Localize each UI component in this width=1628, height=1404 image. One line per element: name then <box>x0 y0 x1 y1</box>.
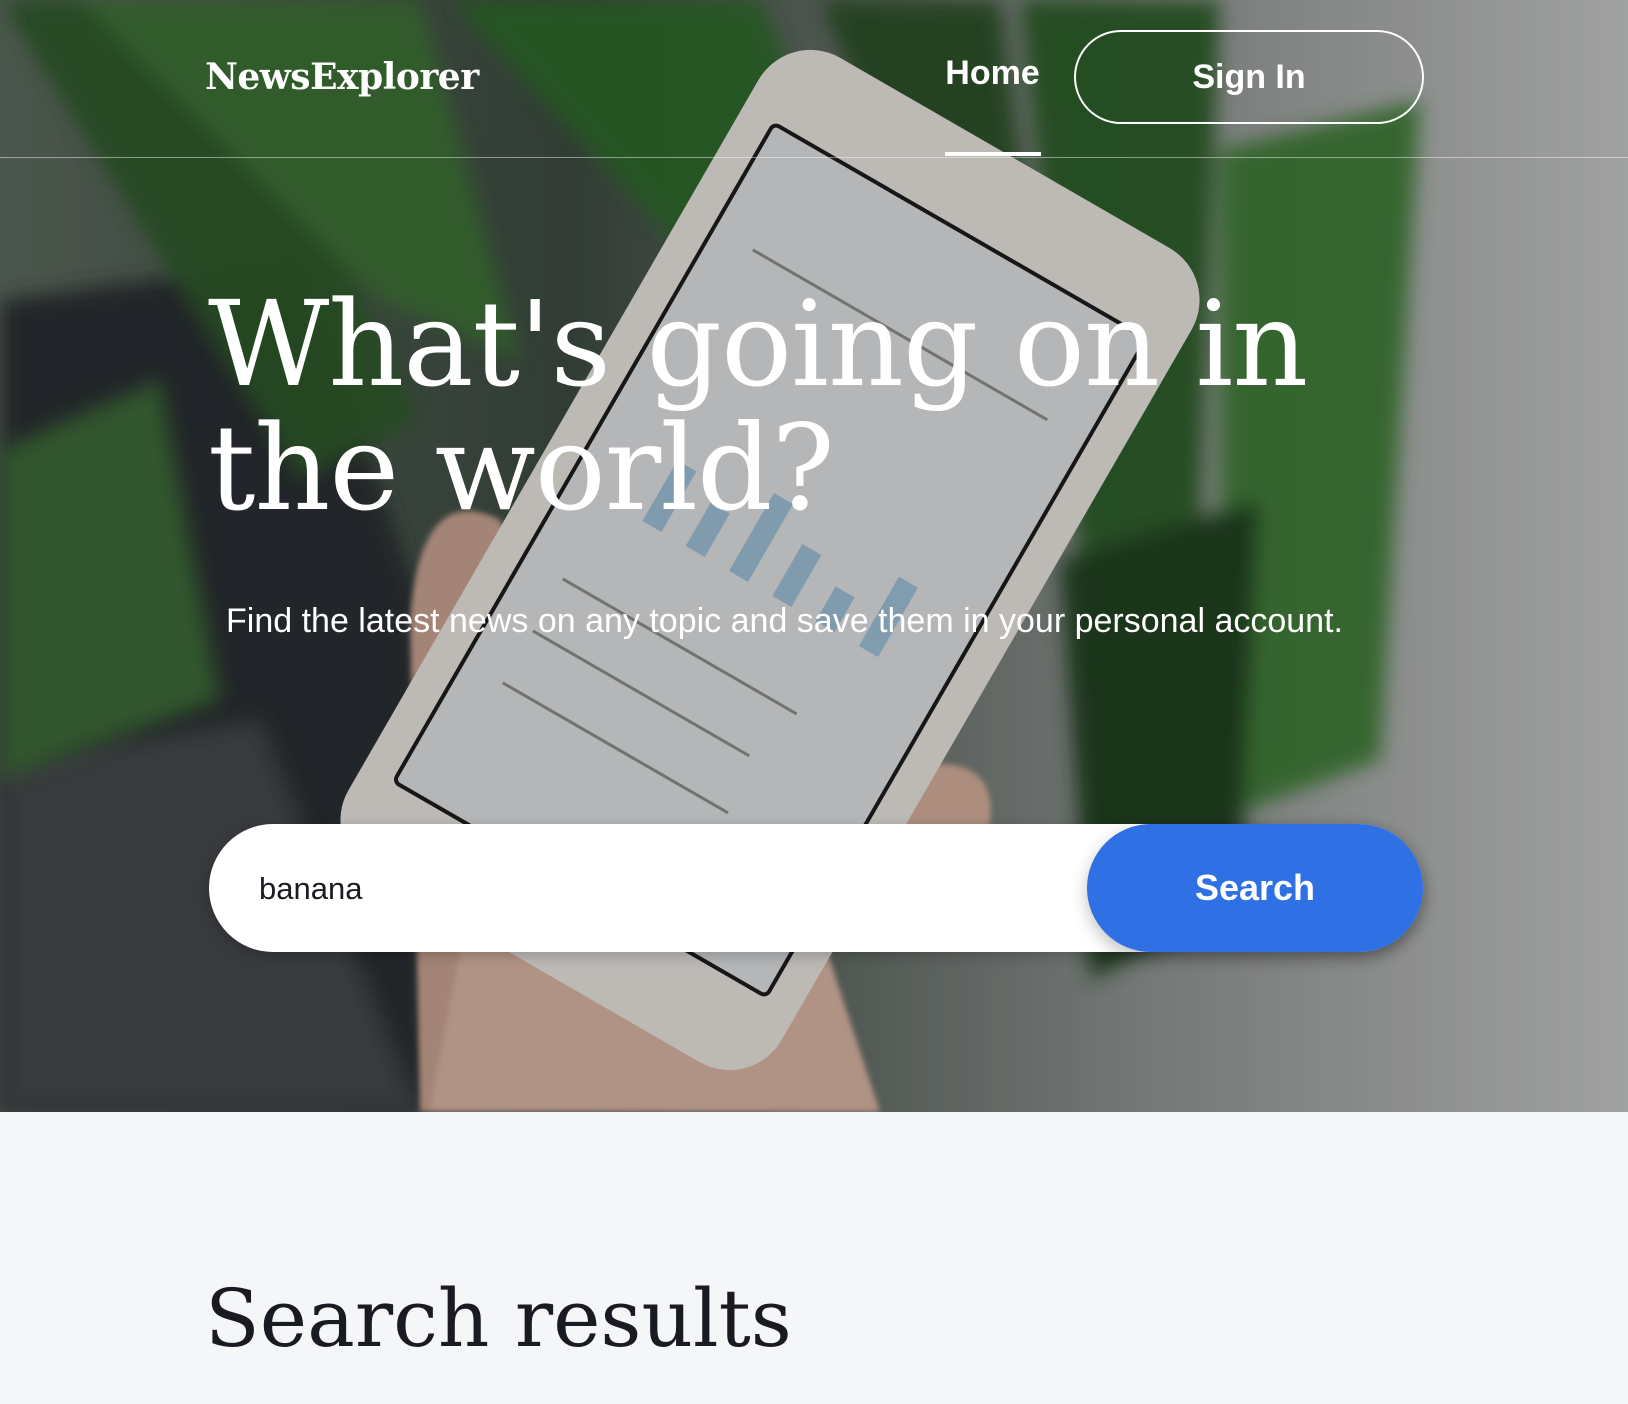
hero-subtitle: Find the latest news on any topic and sa… <box>226 602 1343 640</box>
hero-section: NewsExplorer Home Sign In What's going o… <box>0 0 1628 1112</box>
logo[interactable]: NewsExplorer <box>205 56 479 98</box>
search-form: Search <box>209 824 1423 952</box>
search-results-title: Search results <box>205 1272 792 1365</box>
nav-home-link[interactable]: Home <box>944 54 1041 93</box>
search-input[interactable] <box>257 858 1061 920</box>
sign-in-button[interactable]: Sign In <box>1074 30 1424 124</box>
nav-active-indicator <box>945 152 1041 156</box>
site-header: NewsExplorer Home Sign In <box>0 0 1628 158</box>
search-button[interactable]: Search <box>1087 824 1423 952</box>
hero-headline: What's going on in the world? <box>208 275 1308 537</box>
